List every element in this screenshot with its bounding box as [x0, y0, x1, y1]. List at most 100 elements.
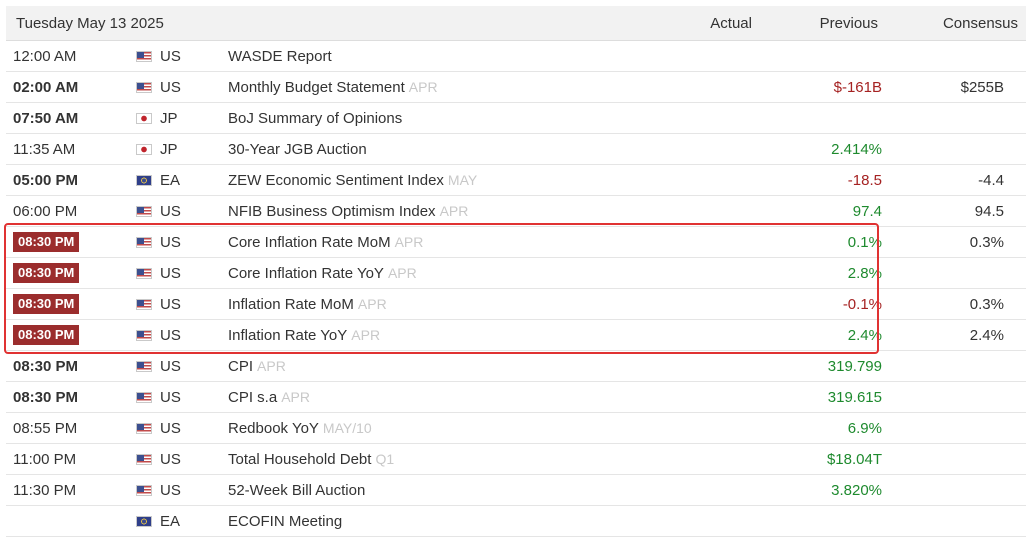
event-name-link[interactable]: CPI s.a: [228, 389, 277, 406]
event-cell[interactable]: Core Inflation Rate YoY APR: [228, 257, 628, 289]
event-name-link[interactable]: WASDE Report: [228, 48, 332, 65]
table-row[interactable]: 11:30 PM US 52-Week Bill Auction 3.820%: [6, 474, 1026, 506]
country-code: US: [158, 71, 228, 103]
event-name-link[interactable]: 52-Week Bill Auction: [228, 482, 365, 499]
event-time: 08:55 PM: [6, 412, 136, 444]
event-cell[interactable]: ZEW Economic Sentiment Index MAY: [228, 164, 628, 196]
event-name-link[interactable]: Core Inflation Rate YoY: [228, 265, 384, 282]
table-row[interactable]: EA ECOFIN Meeting: [6, 505, 1026, 537]
event-cell[interactable]: NFIB Business Optimism Index APR: [228, 195, 628, 227]
us-flag-icon: [136, 81, 152, 93]
previous-header[interactable]: Previous: [776, 6, 906, 41]
table-row[interactable]: 08:30 PM US Inflation Rate MoM APR -0.1% 0.3%: [6, 288, 1026, 320]
event-cell[interactable]: Monthly Budget Statement APR: [228, 71, 628, 103]
calendar-rows: 12:00 AM US WASDE Report 02:00 AM US Monthly …: [6, 40, 1026, 537]
jp-flag-icon: [136, 112, 152, 124]
actual-value: [628, 443, 776, 475]
consensus-value: [906, 257, 1026, 289]
actual-value: [628, 71, 776, 103]
event-cell[interactable]: ECOFIN Meeting: [228, 505, 628, 537]
event-cell[interactable]: CPI s.a APR: [228, 381, 628, 413]
event-time: 06:00 PM: [6, 195, 136, 227]
country-code: US: [158, 381, 228, 413]
flag-cell: [136, 102, 158, 134]
event-cell[interactable]: BoJ Summary of Opinions: [228, 102, 628, 134]
previous-value: [776, 102, 906, 134]
consensus-value: [906, 443, 1026, 475]
us-flag-icon: [136, 484, 152, 496]
country-code: US: [158, 350, 228, 382]
flag-cell: [136, 319, 158, 351]
event-name-link[interactable]: ECOFIN Meeting: [228, 513, 342, 530]
event-name-link[interactable]: Inflation Rate MoM: [228, 296, 354, 313]
event-cell[interactable]: Total Household Debt Q1: [228, 443, 628, 475]
event-name-link[interactable]: Redbook YoY: [228, 420, 319, 437]
table-row[interactable]: 12:00 AM US WASDE Report: [6, 40, 1026, 72]
previous-value: 2.8%: [776, 257, 906, 289]
us-flag-icon: [136, 453, 152, 465]
event-cell[interactable]: WASDE Report: [228, 40, 628, 72]
event-period: APR: [387, 264, 417, 281]
consensus-value: [906, 412, 1026, 444]
table-row[interactable]: 08:30 PM US Inflation Rate YoY APR 2.4% 2.4%: [6, 319, 1026, 351]
previous-value: 2.4%: [776, 319, 906, 351]
flag-cell: [136, 412, 158, 444]
table-row[interactable]: 08:30 PM US CPI s.a APR 319.615: [6, 381, 1026, 413]
table-row[interactable]: 11:00 PM US Total Household Debt Q1 $18.04T: [6, 443, 1026, 475]
event-time: 08:30 PM: [6, 381, 136, 413]
consensus-header[interactable]: Consensus: [906, 6, 1026, 41]
flag-cell: [136, 40, 158, 72]
event-name-link[interactable]: Monthly Budget Statement: [228, 79, 405, 96]
table-row[interactable]: 05:00 PM EA ZEW Economic Sentiment Index MA…: [6, 164, 1026, 196]
event-cell[interactable]: Inflation Rate MoM APR: [228, 288, 628, 320]
country-code: US: [158, 195, 228, 227]
table-row[interactable]: 08:30 PM US Core Inflation Rate YoY APR 2.8%: [6, 257, 1026, 289]
flag-cell: [136, 505, 158, 537]
event-cell[interactable]: 30-Year JGB Auction: [228, 133, 628, 165]
us-flag-icon: [136, 391, 152, 403]
consensus-value: 0.3%: [906, 226, 1026, 258]
table-row[interactable]: 02:00 AM US Monthly Budget Statement APR $-1…: [6, 71, 1026, 103]
previous-value: 0.1%: [776, 226, 906, 258]
table-row[interactable]: 11:35 AM JP 30-Year JGB Auction 2.414%: [6, 133, 1026, 165]
country-code: US: [158, 40, 228, 72]
event-time: 08:30 PM: [6, 319, 136, 351]
actual-header[interactable]: Actual: [628, 6, 776, 41]
event-name-link[interactable]: NFIB Business Optimism Index: [228, 203, 436, 220]
us-flag-icon: [136, 267, 152, 279]
event-name-link[interactable]: ZEW Economic Sentiment Index: [228, 172, 444, 189]
table-row[interactable]: 07:50 AM JP BoJ Summary of Opinions: [6, 102, 1026, 134]
event-period: APR: [408, 78, 438, 95]
event-name-link[interactable]: Inflation Rate YoY: [228, 327, 347, 344]
actual-value: [628, 40, 776, 72]
actual-value: [628, 474, 776, 506]
event-name-link[interactable]: CPI: [228, 358, 253, 375]
event-cell[interactable]: CPI APR: [228, 350, 628, 382]
table-row[interactable]: 08:55 PM US Redbook YoY MAY/10 6.9%: [6, 412, 1026, 444]
event-name-link[interactable]: BoJ Summary of Opinions: [228, 110, 402, 127]
us-flag-icon: [136, 50, 152, 62]
previous-value: $-161B: [776, 71, 906, 103]
actual-value: [628, 164, 776, 196]
event-cell[interactable]: Inflation Rate YoY APR: [228, 319, 628, 351]
country-code: JP: [158, 102, 228, 134]
event-period: Q1: [375, 450, 395, 467]
consensus-value: $255B: [906, 71, 1026, 103]
event-name-link[interactable]: Core Inflation Rate MoM: [228, 234, 391, 251]
consensus-value: 94.5: [906, 195, 1026, 227]
table-row[interactable]: 08:30 PM US Core Inflation Rate MoM APR 0.1%…: [6, 226, 1026, 258]
actual-value: [628, 381, 776, 413]
event-period: APR: [439, 202, 469, 219]
flag-cell: [136, 257, 158, 289]
country-code: US: [158, 319, 228, 351]
event-name-link[interactable]: 30-Year JGB Auction: [228, 141, 367, 158]
table-row[interactable]: 06:00 PM US NFIB Business Optimism Index AP…: [6, 195, 1026, 227]
event-name-link[interactable]: Total Household Debt: [228, 451, 371, 468]
flag-cell: [136, 288, 158, 320]
table-row[interactable]: 08:30 PM US CPI APR 319.799: [6, 350, 1026, 382]
event-time: 11:35 AM: [6, 133, 136, 165]
event-cell[interactable]: 52-Week Bill Auction: [228, 474, 628, 506]
event-cell[interactable]: Redbook YoY MAY/10: [228, 412, 628, 444]
event-cell[interactable]: Core Inflation Rate MoM APR: [228, 226, 628, 258]
consensus-value: [906, 40, 1026, 72]
